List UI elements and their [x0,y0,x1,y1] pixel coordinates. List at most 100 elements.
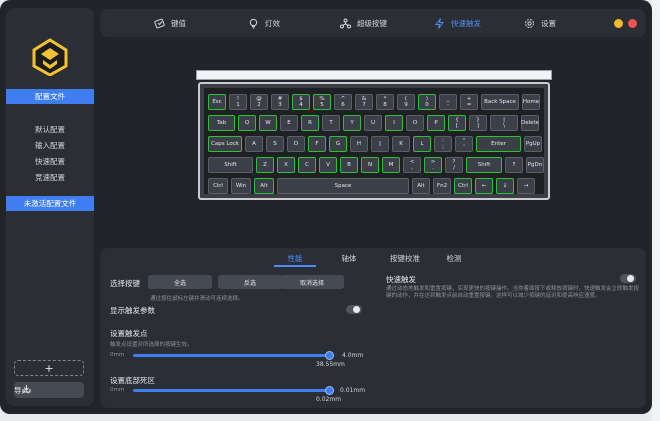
key[interactable]: & 7 [355,94,373,110]
key[interactable]: L [413,136,431,152]
key[interactable]: Esc [208,94,226,110]
key[interactable]: S [266,136,284,152]
nav-super-keys[interactable]: 超级按键 [340,9,387,37]
key[interactable]: Z [256,157,274,173]
key[interactable]: W [259,115,277,131]
profile-item-fast[interactable]: 快速配置 [6,154,94,170]
key[interactable]: V [319,157,337,173]
key[interactable]: < , [403,157,421,173]
nav-lighting-label: 灯效 [265,18,280,28]
key[interactable]: @ 2 [250,94,268,110]
key[interactable]: T [322,115,340,131]
nav-keymap[interactable]: 键值 [154,9,186,37]
key[interactable]: B [340,157,358,173]
key[interactable]: Win [231,178,251,194]
close-button[interactable] [628,19,637,28]
key[interactable]: Alt [254,178,274,194]
trigger-point-slider[interactable] [133,354,331,357]
key[interactable]: $ 4 [292,94,310,110]
key[interactable]: → [517,178,535,194]
profile-item-racing[interactable]: 竞速配置 [6,170,94,186]
profile-item-default[interactable]: 默认配置 [6,122,94,138]
key[interactable]: { [ [448,115,466,131]
key[interactable]: ↑ [505,157,523,173]
inactive-profiles-header[interactable]: 未激活配置文件 [6,196,94,211]
trigger-value: 38.55mm [316,361,345,368]
tab-switch[interactable]: 轴体 [328,248,370,268]
key[interactable]: G [329,136,347,152]
show-trigger-params-toggle[interactable] [346,305,362,314]
key[interactable]: : ; [434,136,452,152]
key[interactable]: Fn2 [433,178,451,194]
key[interactable]: " ' [455,136,473,152]
key[interactable]: # 3 [271,94,289,110]
key[interactable]: J [371,136,389,152]
key[interactable]: ? / [445,157,463,173]
tab-calibration[interactable]: 按键校准 [380,248,430,268]
key[interactable]: ↓ [496,178,514,194]
import-button[interactable]: 导入 [14,382,84,398]
key[interactable]: P [427,115,445,131]
key[interactable]: R [301,115,319,131]
trigger-point-label: 设置触发点 [110,329,148,338]
key[interactable]: Alt [412,178,430,194]
key[interactable]: F [308,136,326,152]
trigger-max-label: 4.0mm [342,352,364,359]
key[interactable]: ( 9 [397,94,415,110]
key[interactable]: Y [343,115,361,131]
key[interactable]: C [298,157,316,173]
key[interactable]: H [350,136,368,152]
key[interactable]: ! 1 [229,94,247,110]
key[interactable]: O [406,115,424,131]
select-all-button[interactable]: 全选 [148,275,212,289]
key[interactable]: Shift [466,157,502,173]
key[interactable]: PgUp [524,136,542,152]
nav-lighting[interactable]: 灯效 [248,9,280,37]
key[interactable]: + = [460,94,478,110]
key[interactable]: Space [277,178,409,194]
key[interactable]: M [382,157,400,173]
key[interactable]: % 5 [313,94,331,110]
minimize-button[interactable] [614,19,623,28]
key[interactable]: PgDn [526,157,544,173]
key[interactable]: Ctrl [454,178,472,194]
key[interactable]: U [364,115,382,131]
key[interactable]: Delete [521,115,539,131]
tab-test[interactable]: 检测 [436,248,472,268]
key[interactable]: Q [238,115,256,131]
trigger-point-slider-handle[interactable] [325,351,335,360]
key[interactable]: ) 0 [418,94,436,110]
key[interactable]: I [385,115,403,131]
key[interactable]: Caps Lock [208,136,242,152]
key[interactable]: _ - [439,94,457,110]
key[interactable]: D [287,136,305,152]
deadzone-slider-handle[interactable] [325,386,335,395]
key[interactable]: Enter [476,136,521,152]
invert-selection-button[interactable]: 反选 [218,275,282,289]
key[interactable]: Home [522,94,540,110]
key[interactable]: Tab [208,115,235,131]
cancel-selection-button[interactable]: 取消选择 [280,275,344,289]
key[interactable]: X [277,157,295,173]
key[interactable]: ^ 6 [334,94,352,110]
key[interactable]: Ctrl [208,178,228,194]
key[interactable]: A [245,136,263,152]
key[interactable]: ← [475,178,493,194]
key[interactable]: N [361,157,379,173]
key[interactable]: } ] [469,115,487,131]
key[interactable]: * 8 [376,94,394,110]
nav-rapid-trigger[interactable]: 快速触发 [434,9,481,37]
nav-settings[interactable]: 设置 [524,9,556,37]
key[interactable]: E [280,115,298,131]
key[interactable]: K [392,136,410,152]
deadzone-slider[interactable] [133,389,331,392]
new-profile-button[interactable]: + [14,360,84,376]
key[interactable]: Shift [208,157,253,173]
gear-icon [525,18,534,28]
key[interactable]: | \ [490,115,518,131]
rapid-trigger-toggle[interactable] [620,274,636,283]
key[interactable]: Back Space [481,94,519,110]
profile-item-input[interactable]: 输入配置 [6,138,94,154]
bulb-icon [249,18,258,28]
key[interactable]: > . [424,157,442,173]
